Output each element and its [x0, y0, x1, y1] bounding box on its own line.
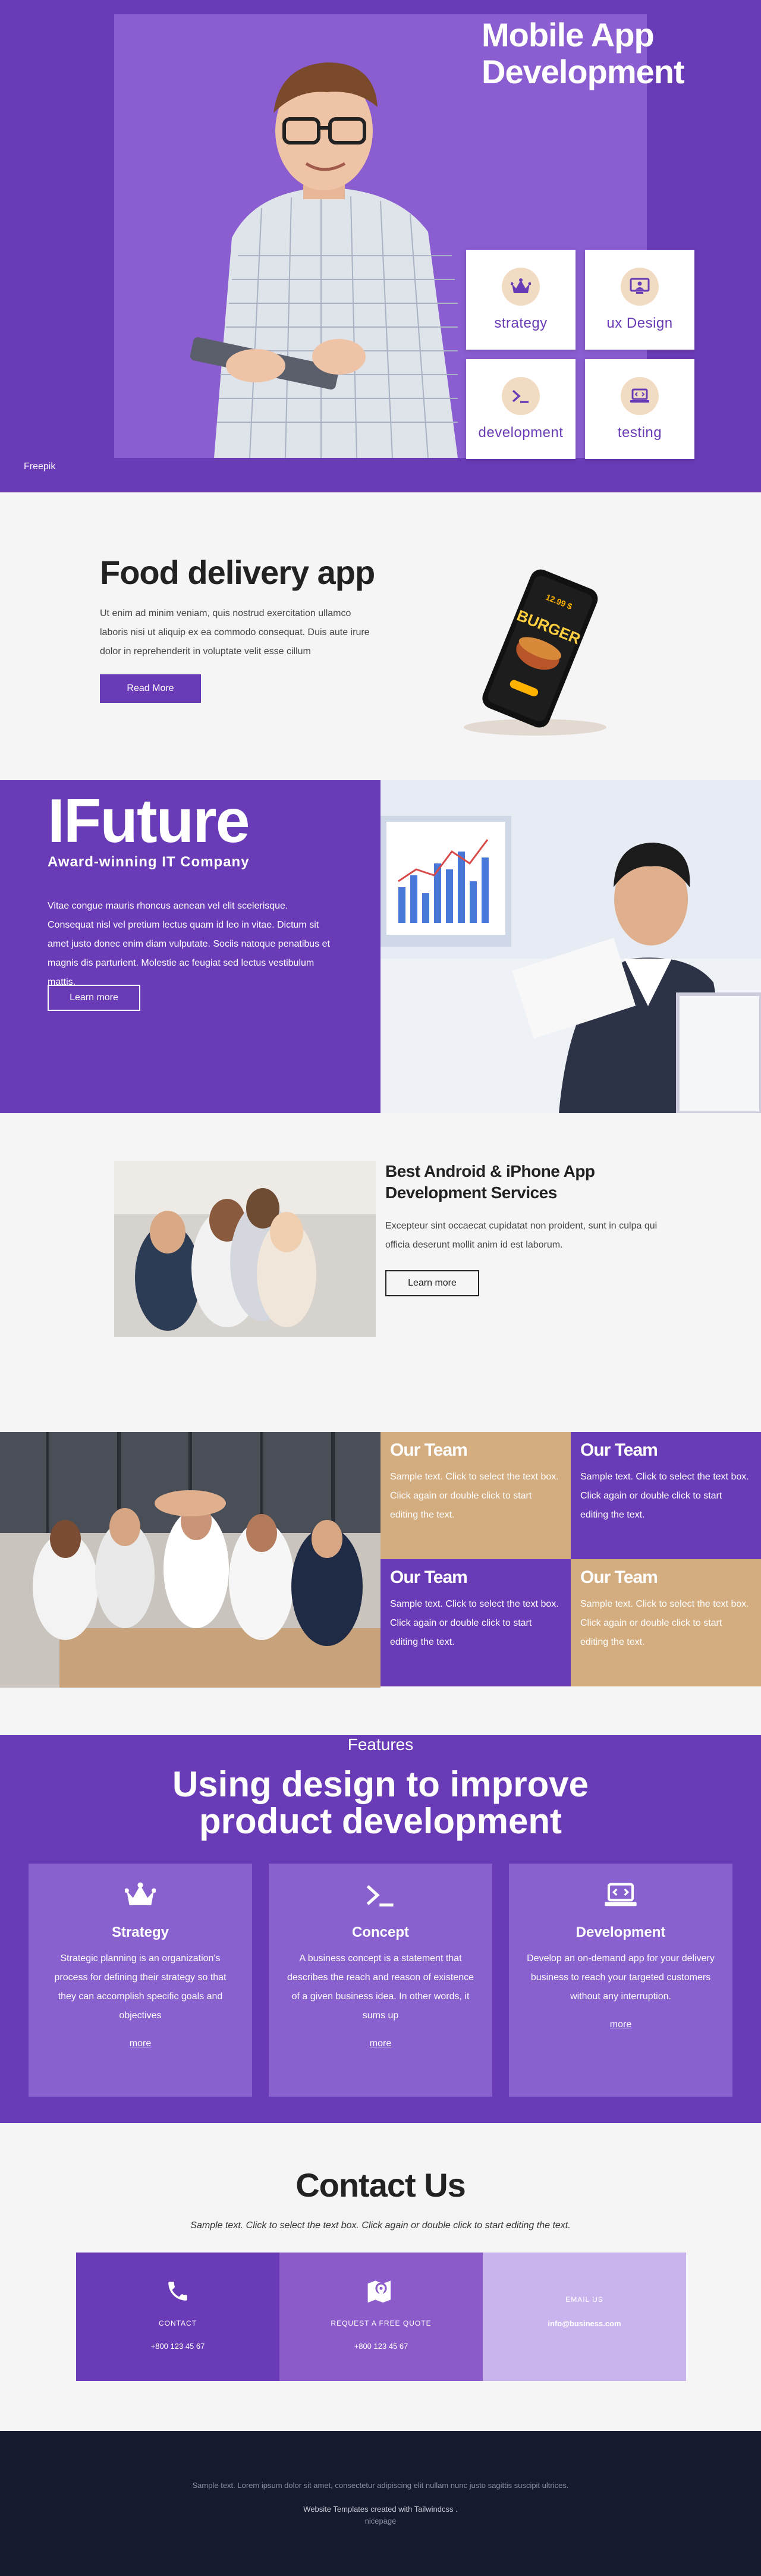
- ifuture-title: IFuture: [48, 787, 250, 856]
- hero-person-image: [190, 62, 458, 458]
- hero-title-line1: Mobile App: [482, 16, 655, 54]
- contact-box-email[interactable]: EMAIL US info@business.com: [483, 2253, 686, 2381]
- team-card: Our Team Sample text. Click to select th…: [571, 1432, 761, 1559]
- crown-icon: [45, 1878, 235, 1912]
- learn-more-button[interactable]: Learn more: [48, 985, 140, 1011]
- food-section: Food delivery app Ut enim ad minim venia…: [0, 492, 761, 780]
- feature-card-strategy: Strategy Strategic planning is an organi…: [29, 1864, 252, 2097]
- more-link[interactable]: more: [130, 2038, 151, 2049]
- feature-card-development: Development Develop an on-demand app for…: [509, 1864, 732, 2097]
- spacer: [0, 1688, 761, 1735]
- contact-subtitle: Sample text. Click to select the text bo…: [190, 2220, 571, 2231]
- ifuture-section: IFuture Award-winning IT Company Vitae c…: [0, 780, 761, 1113]
- team-card: Our Team Sample text. Click to select th…: [380, 1432, 571, 1559]
- tile-development[interactable]: development: [466, 359, 576, 459]
- team-card-title: Our Team: [580, 1440, 658, 1460]
- ifuture-text: Vitae congue mauris rhoncus aenean vel e…: [48, 901, 330, 987]
- team-card-text: Sample text. Click to select the text bo…: [580, 1599, 749, 1647]
- laptop-code-icon: [526, 1878, 716, 1912]
- terminal-icon: [502, 377, 540, 415]
- ifuture-subtitle: Award-winning IT Company: [48, 854, 250, 870]
- contact-box-quote[interactable]: REQUEST A FREE QUOTE +800 123 45 67: [279, 2253, 483, 2381]
- tile-ux-design[interactable]: ux Design: [585, 250, 694, 350]
- best-text: Excepteur sint occaecat cupidatat non pr…: [385, 1221, 658, 1250]
- hero-title-line2: Development: [482, 53, 685, 90]
- contact-value: +800 123 45 67: [354, 2342, 408, 2351]
- team-card-title: Our Team: [390, 1440, 468, 1460]
- team-card-text: Sample text. Click to select the text bo…: [390, 1472, 559, 1520]
- footer-text: Sample text. Lorem ipsum dolor sit amet,…: [192, 2481, 569, 2490]
- best-title: Best Android & iPhone App Development Se…: [385, 1162, 595, 1202]
- team-highfive-image: [0, 1432, 380, 1688]
- features-title-line2: product development: [199, 1801, 562, 1841]
- team-selfie-image: [114, 1161, 376, 1337]
- more-link[interactable]: more: [370, 2038, 391, 2049]
- features-title: Using design to improve product developm…: [0, 1766, 761, 1840]
- feature-card-text: Develop an on-demand app for your delive…: [527, 1953, 715, 2002]
- tile-label: development: [478, 425, 564, 441]
- crown-icon: [502, 268, 540, 306]
- learn-more-button[interactable]: Learn more: [385, 1270, 479, 1296]
- tile-label: ux Design: [606, 315, 673, 331]
- hero-section: Mobile App Development strategy ux Desig…: [0, 0, 761, 492]
- terminal-icon: [285, 1878, 476, 1912]
- contact-value: +800 123 45 67: [150, 2342, 205, 2351]
- phone-image: 12.99 $ BURGER: [464, 569, 606, 736]
- food-title: Food delivery app: [100, 554, 375, 591]
- more-link[interactable]: more: [610, 2019, 631, 2030]
- map-pin-icon: [279, 2279, 483, 2304]
- footer-link[interactable]: nicepage: [0, 2517, 761, 2525]
- ifuture-text-panel: IFuture Award-winning IT Company Vitae c…: [0, 780, 380, 1113]
- office-analyst-image: [380, 780, 761, 1113]
- features-title-line1: Using design to improve: [172, 1764, 589, 1804]
- team-card-title: Our Team: [390, 1567, 468, 1587]
- read-more-button[interactable]: Read More: [100, 674, 201, 703]
- feature-card-title: Concept: [352, 1924, 409, 1940]
- feature-card-title: Development: [576, 1924, 666, 1940]
- phone-icon: [76, 2279, 279, 2304]
- tile-label: strategy: [494, 315, 548, 331]
- team-card-text: Sample text. Click to select the text bo…: [580, 1472, 749, 1520]
- contact-label: EMAIL US: [565, 2295, 603, 2304]
- tile-strategy[interactable]: strategy: [466, 250, 576, 350]
- food-text: Ut enim ad minim veniam, quis nostrud ex…: [100, 608, 370, 656]
- footer-credit[interactable]: Website Templates created with Tailwindc…: [0, 2505, 761, 2514]
- contact-section: Contact Us Sample text. Click to select …: [0, 2123, 761, 2431]
- team-card-text: Sample text. Click to select the text bo…: [390, 1599, 559, 1647]
- team-card: Our Team Sample text. Click to select th…: [380, 1559, 571, 1686]
- contact-label: CONTACT: [158, 2319, 197, 2327]
- monitor-person-icon: [621, 268, 659, 306]
- image-credit[interactable]: Freepik: [24, 461, 55, 472]
- footer: Sample text. Lorem ipsum dolor sit amet,…: [0, 2431, 761, 2576]
- team-card-title: Our Team: [580, 1567, 658, 1587]
- contact-box-phone[interactable]: CONTACT +800 123 45 67: [76, 2253, 279, 2381]
- feature-card-text: Strategic planning is an organization's …: [54, 1953, 227, 2021]
- feature-card-title: Strategy: [111, 1924, 169, 1940]
- tile-testing[interactable]: testing: [585, 359, 694, 459]
- contact-label: REQUEST A FREE QUOTE: [331, 2319, 432, 2327]
- best-section: Best Android & iPhone App Development Se…: [0, 1113, 761, 1432]
- contact-value: info@business.com: [548, 2319, 621, 2328]
- contact-title: Contact Us: [295, 2166, 466, 2204]
- feature-card-concept: Concept A business concept is a statemen…: [269, 1864, 492, 2097]
- hero-title: Mobile App Development: [482, 16, 685, 90]
- team-card: Our Team Sample text. Click to select th…: [571, 1559, 761, 1686]
- features-section: Features Using design to improve product…: [0, 1735, 761, 2123]
- feature-card-text: A business concept is a statement that d…: [287, 1953, 474, 2021]
- team-section: Our Team Sample text. Click to select th…: [0, 1432, 761, 1688]
- laptop-code-icon: [621, 377, 659, 415]
- tile-label: testing: [617, 425, 662, 441]
- features-overline: Features: [347, 1735, 414, 1754]
